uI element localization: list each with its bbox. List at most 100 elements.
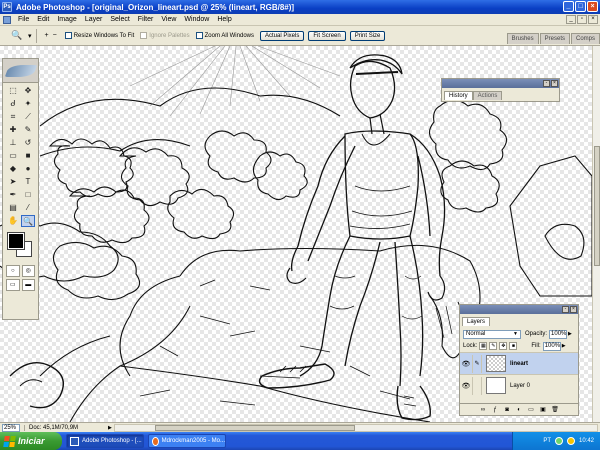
screen-mode-full-button[interactable]: ▬ — [21, 279, 35, 291]
healing-brush-icon[interactable]: ✚ — [6, 124, 20, 136]
panel-close-icon[interactable]: × — [551, 80, 558, 87]
zoom-in-button[interactable]: + — [45, 32, 49, 39]
doc-restore-button[interactable]: ▫ — [577, 15, 587, 24]
doc-close-button[interactable]: × — [588, 15, 598, 24]
standard-mode-button[interactable]: ○ — [6, 265, 20, 277]
taskbar-item-photoshop[interactable]: Adobe Photoshop - [... — [66, 434, 144, 448]
print-size-button[interactable]: Print Size — [349, 30, 386, 41]
menu-select[interactable]: Select — [106, 16, 133, 23]
pen-tool-icon[interactable]: ✒ — [6, 189, 20, 201]
tool-preset-arrow-icon[interactable]: ▾ — [28, 32, 32, 40]
lock-all-icon[interactable]: ■ — [509, 342, 518, 350]
blur-tool-icon[interactable]: ◆ — [6, 163, 20, 175]
palette-tab-comps[interactable]: Comps — [570, 33, 600, 44]
lock-transparency-icon[interactable]: ▦ — [479, 342, 488, 350]
vertical-scrollbar[interactable] — [592, 46, 600, 422]
panel-minimize-icon[interactable]: - — [543, 80, 550, 87]
zoom-tool-icon[interactable]: 🔍 — [21, 215, 35, 227]
menu-edit[interactable]: Edit — [33, 16, 53, 23]
toolbox-header[interactable] — [3, 59, 38, 83]
zoom-tool-icon[interactable]: 🔍 — [10, 29, 24, 43]
start-button[interactable]: Iniciar — [0, 432, 62, 450]
quick-mask-button[interactable]: ◎ — [21, 265, 35, 277]
dodge-tool-icon[interactable]: ● — [21, 163, 35, 175]
taskbar-item-browser[interactable]: Mdrockman2005 - Mo... — [148, 434, 226, 448]
layer-thumbnail — [486, 355, 506, 372]
blend-mode-select[interactable]: Normal ▼ — [463, 329, 521, 339]
opacity-input[interactable]: 100% — [549, 329, 568, 339]
close-button[interactable]: × — [587, 1, 598, 12]
history-brush-icon[interactable]: ↺ — [21, 137, 35, 149]
new-layer-icon[interactable]: ▣ — [539, 406, 547, 414]
lock-position-icon[interactable]: ✥ — [499, 342, 508, 350]
menu-image[interactable]: Image — [53, 16, 80, 23]
lasso-tool-icon[interactable]: ᑯ — [6, 98, 20, 110]
tab-layers[interactable]: Layers — [462, 317, 491, 326]
layer-style-icon[interactable]: ƒ — [491, 406, 499, 414]
maximize-button[interactable]: □ — [575, 1, 586, 12]
history-panel-titlebar[interactable]: - × — [442, 79, 559, 88]
security-icon[interactable] — [566, 437, 575, 445]
marquee-tool-icon[interactable]: ⬚ — [6, 85, 20, 97]
horizontal-scrollbar[interactable] — [113, 423, 598, 432]
slice-tool-icon[interactable]: ⟋ — [21, 111, 35, 123]
system-tray: PT 10:42 — [512, 432, 600, 450]
horizontal-scroll-thumb[interactable] — [154, 424, 355, 431]
trash-icon[interactable]: 🗑 — [551, 406, 559, 414]
layer-row-lineart[interactable]: 👁 ✎ lineart — [460, 352, 578, 374]
vertical-scroll-thumb[interactable] — [594, 146, 600, 266]
document-icon[interactable] — [3, 15, 11, 24]
menu-file[interactable]: File — [14, 16, 33, 23]
gradient-tool-icon[interactable]: ■ — [21, 150, 35, 162]
magic-wand-tool-icon[interactable]: ✦ — [21, 98, 35, 110]
palette-tab-presets[interactable]: Presets — [539, 33, 570, 44]
shape-tool-icon[interactable]: □ — [21, 189, 35, 201]
zoom-out-button[interactable]: − — [53, 32, 57, 39]
menu-help[interactable]: Help — [213, 16, 235, 23]
doc-minimize-button[interactable]: _ — [566, 15, 576, 24]
actual-pixels-button[interactable]: Actual Pixels — [260, 30, 305, 41]
type-tool-icon[interactable]: T — [21, 176, 35, 188]
opacity-arrow-icon[interactable]: ▶ — [568, 331, 572, 337]
zoom-level-input[interactable]: 25% — [2, 423, 20, 432]
notes-tool-icon[interactable]: ▤ — [6, 202, 20, 214]
eye-icon[interactable]: 👁 — [460, 360, 472, 368]
move-tool-icon[interactable]: ✥ — [21, 85, 35, 97]
eraser-tool-icon[interactable]: ▭ — [6, 150, 20, 162]
layers-panel-footer: ∞ ƒ ◙ ◐ ▭ ▣ 🗑 — [460, 403, 578, 415]
stamp-tool-icon[interactable]: ⊥ — [6, 137, 20, 149]
new-fill-layer-icon[interactable]: ◐ — [515, 406, 523, 414]
menu-window[interactable]: Window — [180, 16, 213, 23]
screen-mode-standard-button[interactable]: ▭ — [6, 279, 20, 291]
menu-filter[interactable]: Filter — [134, 16, 158, 23]
new-group-icon[interactable]: ▭ — [527, 406, 535, 414]
status-menu-arrow-icon[interactable]: ▶ — [108, 425, 112, 431]
crop-tool-icon[interactable]: ⌗ — [6, 111, 20, 123]
minimize-button[interactable]: _ — [563, 1, 574, 12]
add-mask-icon[interactable]: ◙ — [503, 406, 511, 414]
eyedropper-tool-icon[interactable]: ⁄ — [21, 202, 35, 214]
language-indicator[interactable]: PT — [543, 438, 551, 444]
foreground-color-swatch[interactable] — [7, 232, 25, 250]
zoom-all-windows-checkbox[interactable]: Zoom All Windows — [195, 32, 254, 39]
network-icon[interactable] — [554, 437, 563, 445]
fill-input[interactable]: 100% — [542, 341, 561, 351]
layers-panel-close-icon[interactable]: × — [570, 306, 577, 313]
tab-actions[interactable]: Actions — [472, 91, 503, 100]
fit-screen-button[interactable]: Fit Screen — [308, 30, 346, 41]
layers-panel-titlebar[interactable]: - × — [460, 305, 578, 314]
lock-image-icon[interactable]: ✎ — [489, 342, 498, 350]
menu-view[interactable]: View — [157, 16, 180, 23]
hand-tool-icon[interactable]: ✋ — [6, 215, 20, 227]
layers-panel-minimize-icon[interactable]: - — [562, 306, 569, 313]
eye-icon[interactable]: 👁 — [460, 382, 472, 390]
path-selection-icon[interactable]: ➤ — [6, 176, 20, 188]
brush-tool-icon[interactable]: ✎ — [21, 124, 35, 136]
link-layers-icon[interactable]: ∞ — [479, 406, 487, 414]
palette-tab-brushes[interactable]: Brushes — [506, 33, 539, 44]
layer-row-layer-0[interactable]: 👁 Layer 0 — [460, 374, 578, 396]
menu-layer[interactable]: Layer — [81, 16, 107, 23]
resize-windows-checkbox[interactable]: Resize Windows To Fit — [64, 32, 134, 39]
fill-arrow-icon[interactable]: ▶ — [562, 343, 566, 349]
tab-history[interactable]: History — [444, 91, 473, 100]
